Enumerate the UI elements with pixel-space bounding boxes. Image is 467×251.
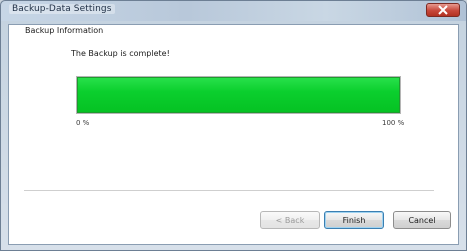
close-icon (438, 5, 448, 15)
back-button[interactable]: < Back (260, 211, 320, 229)
group-label-backup-information: Backup Information (25, 26, 104, 35)
footer-divider (24, 190, 434, 192)
progress-fill (77, 77, 400, 113)
close-button[interactable] (426, 3, 460, 17)
progress-max-label: 100 % (382, 119, 405, 127)
window-title: Backup-Data Settings (9, 4, 115, 14)
progress-min-label: 0 % (76, 119, 90, 127)
cancel-button[interactable]: Cancel (393, 211, 451, 229)
backup-settings-window: Backup-Data Settings Backup Information … (0, 0, 467, 251)
finish-button[interactable]: Finish (324, 211, 384, 229)
status-text: The Backup is complete! (71, 49, 170, 58)
progress-bar (76, 76, 401, 114)
title-bar[interactable]: Backup-Data Settings (1, 1, 466, 21)
